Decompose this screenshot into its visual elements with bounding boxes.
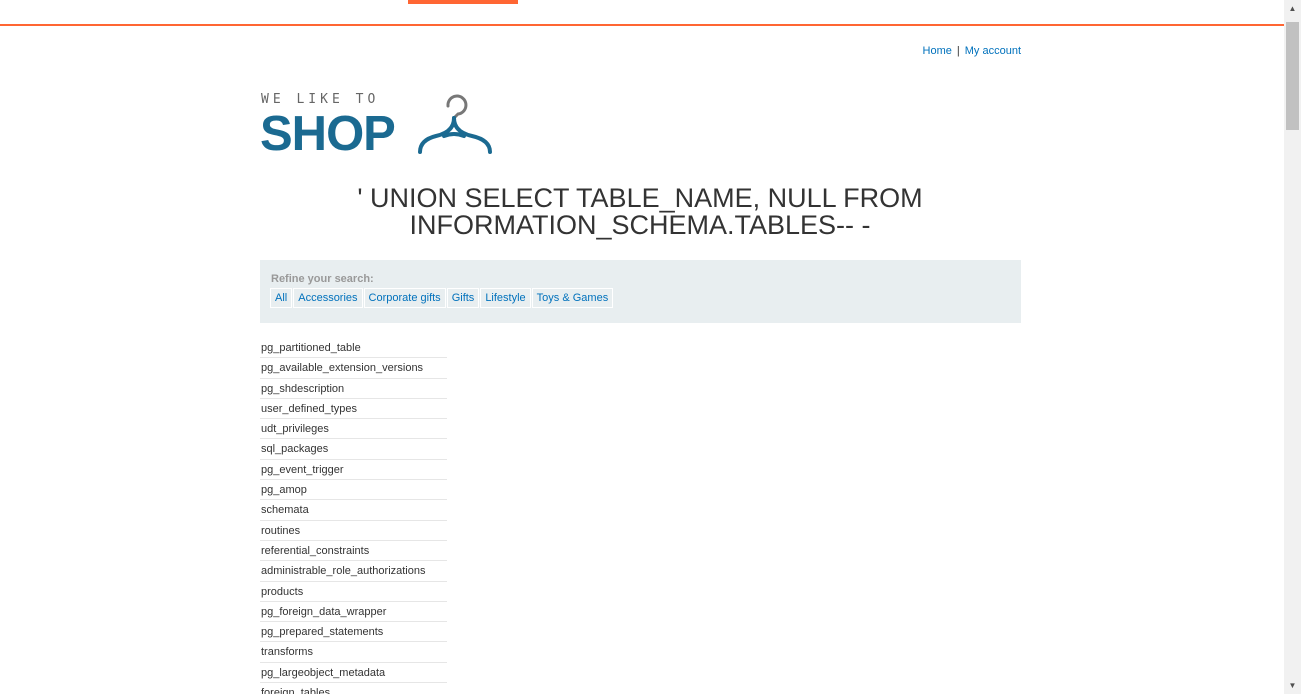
filter-panel: Refine your search: All Accessories Corp… (260, 260, 1021, 323)
result-row: transforms (260, 642, 447, 663)
result-row: routines (260, 521, 447, 541)
my-account-link[interactable]: My account (965, 45, 1021, 57)
filter-toys-games[interactable]: Toys & Games (531, 288, 614, 308)
filter-corporate-gifts[interactable]: Corporate gifts (363, 288, 446, 308)
result-row: sql_packages (260, 439, 447, 460)
result-row: pg_largeobject_metadata (260, 663, 447, 684)
filter-all[interactable]: All (270, 288, 293, 308)
result-row: foreign_tables (260, 683, 447, 694)
result-row: pg_partitioned_table (260, 338, 447, 359)
search-heading-line-1: ' UNION SELECT TABLE_NAME, NULL FROM (357, 183, 923, 213)
site-logo[interactable]: WE LIKE TO SHOP (260, 88, 500, 161)
result-row: pg_amop (260, 480, 447, 501)
filter-label: Refine your search: (271, 273, 374, 285)
result-row: pg_available_extension_versions (260, 358, 447, 379)
result-row: pg_event_trigger (260, 460, 447, 481)
filter-gifts[interactable]: Gifts (446, 288, 480, 308)
result-row: pg_foreign_data_wrapper (260, 602, 447, 623)
result-row: referential_constraints (260, 541, 447, 562)
result-row: user_defined_types (260, 399, 447, 420)
logo-wordmark: SHOP (260, 107, 396, 161)
result-row: products (260, 582, 447, 602)
result-row: administrable_role_authorizations (260, 561, 447, 582)
result-row: pg_prepared_statements (260, 622, 447, 643)
logo-tagline: WE LIKE TO (261, 92, 380, 107)
result-row: schemata (260, 500, 447, 521)
top-header-bar (0, 0, 1284, 26)
search-results-heading: ' UNION SELECT TABLE_NAME, NULL FROM INF… (260, 185, 1020, 239)
page-scrollbar[interactable]: ▲ ▼ (1284, 0, 1301, 694)
scroll-thumb[interactable] (1286, 22, 1299, 130)
result-row: udt_privileges (260, 419, 447, 440)
category-filter-list: All Accessories Corporate gifts Gifts Li… (270, 288, 614, 308)
header-accent-tab (408, 0, 518, 4)
filter-accessories[interactable]: Accessories (293, 288, 363, 308)
filter-lifestyle[interactable]: Lifestyle (480, 288, 531, 308)
result-row: pg_shdescription (260, 379, 447, 399)
home-link[interactable]: Home (923, 45, 952, 57)
results-list: pg_partitioned_table pg_available_extens… (260, 338, 447, 694)
hanger-icon (418, 94, 492, 154)
nav-separator: | (956, 45, 960, 57)
scroll-down-arrow-icon[interactable]: ▼ (1284, 677, 1301, 694)
search-heading-line-2: INFORMATION_SCHEMA.TABLES-- - (409, 210, 871, 240)
top-nav-links: Home | My account (923, 45, 1021, 57)
scroll-up-arrow-icon[interactable]: ▲ (1284, 0, 1301, 17)
